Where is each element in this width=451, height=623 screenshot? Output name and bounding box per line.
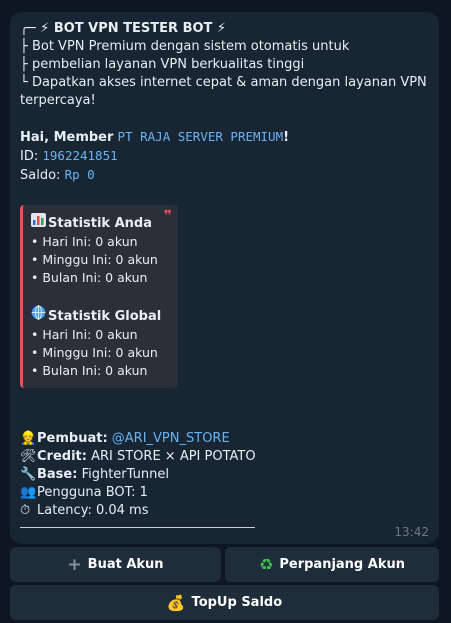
perpanjang-akun-button[interactable]: ♻ Perpanjang Akun [225,547,439,582]
stats-quote: ❞ Statistik Anda • Hari Ini: 0 akun • Mi… [20,205,178,388]
buat-akun-button[interactable]: + Buat Akun [10,547,221,582]
stats-global-title-row: Statistik Global [31,305,178,326]
stats-personal-item: • Minggu Ini: 0 akun [31,252,158,267]
stopwatch-icon: ⏱ [20,503,31,518]
topup-label: TopUp Saldo [191,595,283,610]
id-label: ID: [20,149,39,164]
greeting-suffix: ! [283,130,290,145]
saldo-label: Saldo: [20,168,61,183]
id-row: ID: 1962241851 [20,147,429,166]
stats-personal-title-row: Statistik Anda [31,213,178,233]
quote-icon: ❞ [163,208,172,224]
worker-icon: 👷 [20,431,37,446]
greeting-prefix: Hai, Member [20,130,114,145]
stats-global-item: • Minggu Ini: 0 akun [31,345,158,360]
message-text: ╭─ ⚡ BOT VPN TESTER BOT ⚡ ├ Bot VPN Prem… [20,20,429,185]
pembuat-label: Pembuat: [37,431,108,446]
buat-akun-label: Buat Akun [87,557,164,572]
globe-icon [31,305,48,326]
stats-global-item: • Hari Ini: 0 akun [31,327,138,342]
stats-personal-title: Statistik Anda [48,216,152,231]
latency-row: ⏱ Latency: 0.04 ms [20,502,256,520]
money-bag-icon: 💰 [166,593,186,612]
stats-personal-item: • Bulan Ini: 0 akun [31,270,148,285]
desc-line-2: ├ pembelian layanan VPN berkualitas ting… [20,57,305,72]
message-time: 13:42 [394,525,429,539]
pengguna-text: Pengguna BOT: 1 [37,485,148,500]
latency-text: Latency: 0.04 ms [37,503,149,518]
stats-global-item: • Bulan Ini: 0 akun [31,363,148,378]
saldo-value[interactable]: Rp 0 [65,167,95,182]
wrench-icon: 🔧 [20,467,37,482]
pembuat-row: 👷Pembuat: @ARI_VPN_STORE [20,430,256,448]
bot-info: 👷Pembuat: @ARI_VPN_STORE 🛠Credit: ARI ST… [20,430,256,520]
pembuat-link[interactable]: @ARI_VPN_STORE [112,431,230,446]
topup-saldo-button[interactable]: 💰 TopUp Saldo [10,585,439,620]
bar-chart-icon [31,213,48,233]
divider [20,527,255,528]
message-bubble: ╭─ ⚡ BOT VPN TESTER BOT ⚡ ├ Bot VPN Prem… [10,12,439,544]
id-value[interactable]: 1962241851 [42,148,117,163]
member-name[interactable]: PT RAJA SERVER PREMIUM [118,129,284,144]
plus-icon: + [67,554,82,575]
credit-row: 🛠Credit: ARI STORE × API POTATO [20,448,256,466]
bot-header: ╭─ ⚡ BOT VPN TESTER BOT ⚡ [20,21,227,36]
tools-icon: 🛠 [20,449,37,464]
greeting: Hai, Member PT RAJA SERVER PREMIUM! [20,128,429,147]
base-label: Base: [37,467,78,482]
users-icon: 👥 [20,485,37,500]
credit-value: ARI STORE × API POTATO [91,449,256,464]
perpanjang-label: Perpanjang Akun [279,557,405,572]
recycle-icon: ♻ [259,555,274,574]
desc-line-3: └ Dapatkan akses internet cepat & aman d… [20,75,427,90]
pengguna-row: 👥Pengguna BOT: 1 [20,484,256,502]
base-value: FighterTunnel [81,467,169,482]
saldo-row: Saldo: Rp 0 [20,166,429,185]
stats-global-title: Statistik Global [48,309,162,324]
credit-label: Credit: [37,449,87,464]
base-row: 🔧Base: FighterTunnel [20,466,256,484]
stats-personal-item: • Hari Ini: 0 akun [31,234,138,249]
desc-line-4: terpercaya! [20,93,96,108]
desc-line-1: ├ Bot VPN Premium dengan sistem otomatis… [20,39,350,54]
